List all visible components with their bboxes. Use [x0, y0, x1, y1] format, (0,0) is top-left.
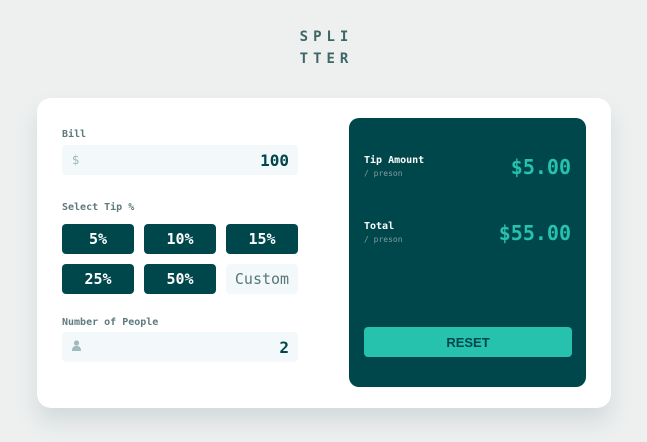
bill-value: 100 [260, 150, 289, 170]
tip-button-25[interactable]: 25% [62, 264, 134, 294]
total-title: Total [364, 221, 395, 232]
bill-input[interactable]: $ 100 [62, 145, 298, 175]
tip-button-15[interactable]: 15% [226, 224, 298, 254]
tip-amount-sub: / preson [364, 169, 403, 178]
custom-tip-input[interactable]: Custom [226, 264, 298, 294]
tip-button-50[interactable]: 50% [144, 264, 216, 294]
people-input[interactable]: 2 [62, 332, 298, 362]
people-label: Number of People [62, 317, 159, 328]
reset-button[interactable]: RESET [364, 327, 572, 357]
tip-amount-title: Tip Amount [364, 155, 425, 166]
total-sub: / preson [364, 235, 403, 244]
person-icon [72, 340, 81, 354]
logo-line-1: SPLI [299, 29, 354, 45]
people-value: 2 [279, 337, 289, 357]
results-panel: Tip Amount / preson $5.00 Total / preson… [349, 118, 586, 387]
app-logo: SPLI TTER [0, 26, 647, 70]
tip-label: Select Tip % [62, 202, 135, 213]
logo-line-2: TTER [299, 51, 354, 67]
bill-label: Bill [62, 129, 87, 140]
tip-button-10[interactable]: 10% [144, 224, 216, 254]
dollar-icon: $ [72, 153, 80, 167]
tip-amount-value: $5.00 [510, 155, 571, 179]
tip-button-5[interactable]: 5% [62, 224, 134, 254]
total-value: $55.00 [498, 221, 571, 245]
